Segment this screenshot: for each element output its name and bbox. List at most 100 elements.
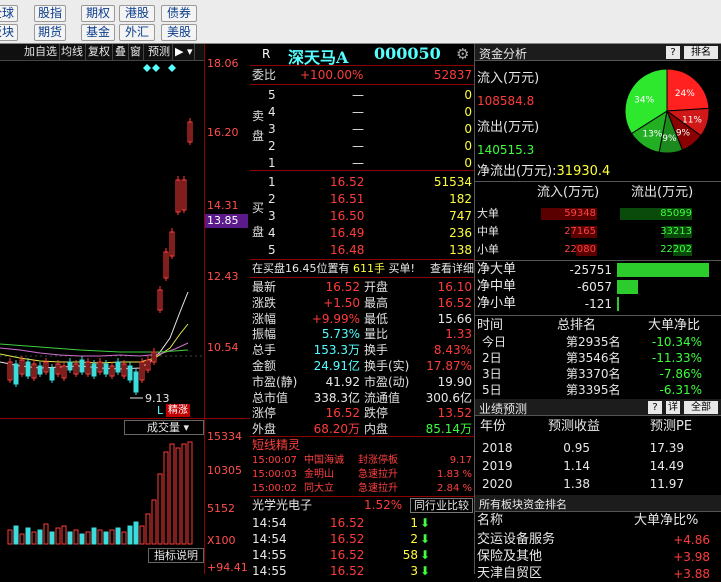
volume-chart xyxy=(7,441,193,545)
volume-tick: 10305 xyxy=(207,464,242,477)
sell-price: — xyxy=(352,156,364,170)
nav-button-6[interactable]: 板块 xyxy=(0,24,18,41)
buy-volume: 747 xyxy=(449,209,472,223)
tick-volume: 1 xyxy=(410,516,418,530)
sell-volume: 0 xyxy=(464,156,472,170)
buy-price: 16.51 xyxy=(330,192,365,206)
stat-label: 振幅 xyxy=(252,327,277,342)
rank-button[interactable]: 排名 xyxy=(684,46,718,59)
buy-price: 16.52 xyxy=(330,175,365,189)
sell-level: 1 xyxy=(268,156,276,170)
volume-tick: X100 xyxy=(207,534,236,547)
net-name: 净小单 xyxy=(477,296,517,311)
down-arrow-icon: ⬇ xyxy=(420,564,431,578)
board-name[interactable]: 天津自贸区 xyxy=(477,566,542,582)
news-time: 15:00:02 xyxy=(252,483,297,494)
forecast-detail-button[interactable]: 详 xyxy=(666,401,680,414)
net-value: -6057 xyxy=(577,280,612,294)
net-bar xyxy=(617,263,709,277)
stat-label: 流通值 xyxy=(364,390,401,405)
kline-chart[interactable]: 9.13 xyxy=(0,62,205,418)
hist-ratio: -11.33% xyxy=(651,351,702,365)
chart-tag-badge[interactable]: 精涨 xyxy=(166,404,190,417)
add-watchlist-button[interactable]: 加自选 xyxy=(22,44,60,60)
volume-bar xyxy=(97,529,103,545)
sell-price: — xyxy=(352,139,364,153)
nav-button-2[interactable]: 股指 xyxy=(34,5,66,22)
overlay-button[interactable]: 叠 xyxy=(113,44,129,60)
stat-value: 1.33 xyxy=(445,327,472,342)
fc-year: 2020 xyxy=(482,477,513,491)
volume-bar xyxy=(13,525,19,545)
gear-icon[interactable]: ⚙ xyxy=(456,45,469,63)
volume-bar xyxy=(145,513,151,545)
hist-ratio: -7.86% xyxy=(659,367,702,381)
sell-level: 4 xyxy=(268,105,276,119)
board-name[interactable]: 保险及其他 xyxy=(477,549,542,565)
adjust-button[interactable]: 复权 xyxy=(86,44,113,60)
net-outflow: 净流出(万元):31930.4 xyxy=(477,164,611,179)
nav-button-5[interactable]: 债券 xyxy=(161,5,197,22)
fc-year: 2018 xyxy=(482,441,513,455)
inflow-label: 流入(万元) xyxy=(477,71,540,86)
sector-name: 光学光电子 xyxy=(252,498,313,512)
board-name[interactable]: 交运设备服务 xyxy=(477,532,555,548)
sell-price: — xyxy=(352,122,364,136)
help-button[interactable]: ? xyxy=(666,46,680,59)
forecast-help-button[interactable]: ? xyxy=(648,401,662,414)
stat-value: 16.52 xyxy=(325,406,360,421)
sector-compare-button[interactable]: 同行业比较 xyxy=(410,498,473,513)
size-outflow: 85099 xyxy=(660,208,692,219)
nav-button-10[interactable]: 美股 xyxy=(161,24,197,41)
outflow-value: 140515.3 xyxy=(477,143,535,157)
forecast-all-button[interactable]: 全部 xyxy=(684,401,718,414)
nav-button-8[interactable]: 基金 xyxy=(81,24,115,41)
nav-button-3[interactable]: 期权 xyxy=(81,5,115,22)
stat-label: 跌停 xyxy=(364,406,389,421)
tick-price: 16.52 xyxy=(330,564,365,578)
stat-value: 19.90 xyxy=(437,374,472,389)
tick-time: 14:55 xyxy=(252,548,287,562)
hist-col-rank: 总排名 xyxy=(557,318,597,333)
news-stock[interactable]: 同大立 xyxy=(304,481,334,497)
menu-arrow-icon[interactable]: ▶ ▾ xyxy=(173,44,196,60)
volume-bar xyxy=(37,529,43,545)
sell-volume: 0 xyxy=(464,139,472,153)
stat-value: 16.52 xyxy=(325,280,360,294)
board-ratio: +4.86 xyxy=(673,533,710,547)
window-button[interactable]: 窗 xyxy=(128,44,144,60)
size-outflow: 22202 xyxy=(660,244,692,255)
volume-bar xyxy=(127,525,133,545)
forecast-button[interactable]: 预测 xyxy=(146,44,173,60)
nav-button-1[interactable]: 全球 xyxy=(0,5,18,22)
size-outflow: 33213 xyxy=(660,226,692,237)
ma-button[interactable]: 均线 xyxy=(59,44,86,60)
outflow-label: 流出(万元) xyxy=(477,120,540,135)
net-value: -121 xyxy=(584,297,612,311)
volume-bar xyxy=(7,529,13,545)
stat-value: +9.99% xyxy=(311,311,360,326)
nav-button-4[interactable]: 港股 xyxy=(119,5,155,22)
stat-label: 换手(实) xyxy=(364,359,410,373)
volume-bar xyxy=(43,523,49,545)
stat-label: 内盘 xyxy=(364,422,389,437)
volume-select[interactable]: 成交量 ▾ xyxy=(124,420,204,435)
nav-button-7[interactable]: 期货 xyxy=(34,24,66,41)
volume-bar xyxy=(79,533,85,545)
buy-level: 3 xyxy=(268,209,276,223)
volume-bar xyxy=(175,447,181,545)
nav-button-9[interactable]: 外汇 xyxy=(119,24,155,41)
sell-level: 3 xyxy=(268,122,276,136)
board-ratio: +3.98 xyxy=(673,550,710,564)
weibi-label: 委比 xyxy=(252,68,277,82)
view-detail-link[interactable]: 查看详细 xyxy=(430,261,474,277)
stock-name: 深天马A xyxy=(288,48,349,67)
size-name: 小单 xyxy=(477,243,499,256)
news-title: 短线精灵 xyxy=(252,438,301,452)
volume-bar xyxy=(55,527,61,545)
indicator-help-button[interactable]: 指标说明 xyxy=(148,548,204,563)
volume-bar xyxy=(169,443,175,545)
col-outflow: 流出(万元) xyxy=(631,185,694,200)
stat-value: 16.10 xyxy=(437,280,472,294)
hist-col-time: 时间 xyxy=(477,318,504,333)
